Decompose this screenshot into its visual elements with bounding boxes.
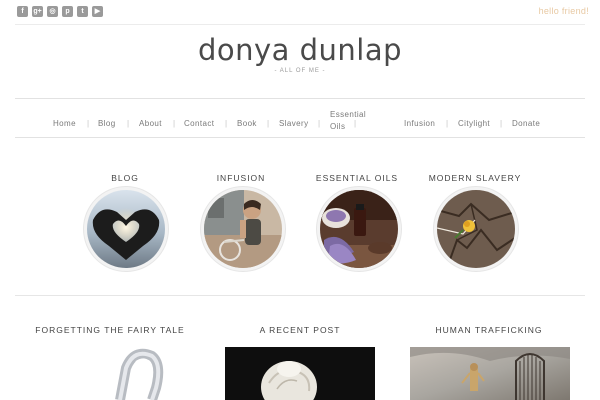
nav-separator: | [500, 119, 503, 128]
pinterest-icon[interactable]: p [62, 6, 73, 17]
nav-item-book[interactable]: Book [237, 119, 257, 128]
feature-label-essential-oils[interactable]: ESSENTIAL OILS [302, 173, 412, 183]
nav-item-about[interactable]: About [139, 119, 162, 128]
widget-image-trafficking[interactable] [410, 347, 570, 400]
divider [15, 24, 585, 25]
nav-item-essential-oils[interactable]: Essential Oils [330, 109, 366, 133]
nav-separator: | [173, 119, 176, 128]
feature-image-blog[interactable] [87, 190, 165, 268]
greeting-link[interactable]: hello friend! [539, 6, 589, 16]
nav-separator: | [225, 119, 228, 128]
feature-image-modern-slavery[interactable] [437, 190, 515, 268]
youtube-icon[interactable]: ▶ [92, 6, 103, 17]
feature-label-blog[interactable]: BLOG [70, 173, 180, 183]
feature-image-essential-oils[interactable] [320, 190, 398, 268]
nav-separator: | [354, 119, 357, 128]
nav-item-home[interactable]: Home [53, 119, 76, 128]
nav-separator: | [87, 119, 90, 128]
social-icons: f g+ ◎ p t ▶ [17, 6, 103, 17]
nav-item-slavery[interactable]: Slavery [279, 119, 308, 128]
site-title[interactable]: donya dunlap [0, 33, 600, 67]
feature-label-infusion[interactable]: INFUSION [186, 173, 296, 183]
site-tagline: - ALL OF ME - [274, 68, 326, 74]
facebook-icon[interactable]: f [17, 6, 28, 17]
google-plus-icon[interactable]: g+ [32, 6, 43, 17]
section-divider [15, 295, 585, 296]
nav-item-donate[interactable]: Donate [512, 119, 540, 128]
nav-item-label-line1: Essential [330, 110, 367, 119]
feature-label-modern-slavery[interactable]: MODERN SLAVERY [420, 173, 530, 183]
nav-item-citylight[interactable]: Citylight [458, 119, 490, 128]
nav-separator: | [127, 119, 130, 128]
instagram-icon[interactable]: ◎ [47, 6, 58, 17]
main-nav: Home | Blog | About | Contact | Book | S… [0, 100, 600, 137]
nav-divider-top [15, 98, 585, 99]
widget-image-rose[interactable] [225, 347, 375, 400]
nav-separator: | [267, 119, 270, 128]
twitter-icon[interactable]: t [77, 6, 88, 17]
nav-separator: | [318, 119, 321, 128]
nav-item-contact[interactable]: Contact [184, 119, 214, 128]
nav-item-blog[interactable]: Blog [98, 119, 116, 128]
nav-item-infusion[interactable]: Infusion [404, 119, 435, 128]
nav-separator: | [446, 119, 449, 128]
widget-title-human-trafficking: HUMAN TRAFFICKING [435, 325, 543, 335]
nav-divider-bottom [15, 137, 585, 138]
feature-image-infusion[interactable] [204, 190, 282, 268]
widget-title-recent-post: A RECENT POST [259, 325, 341, 335]
nav-item-label-line2: Oils [330, 122, 346, 131]
widget-title-fairy-tale: FORGETTING THE FAIRY TALE [35, 325, 185, 335]
widget-image-ring[interactable] [90, 348, 170, 400]
top-bar: f g+ ◎ p t ▶ hello friend! [0, 0, 600, 24]
